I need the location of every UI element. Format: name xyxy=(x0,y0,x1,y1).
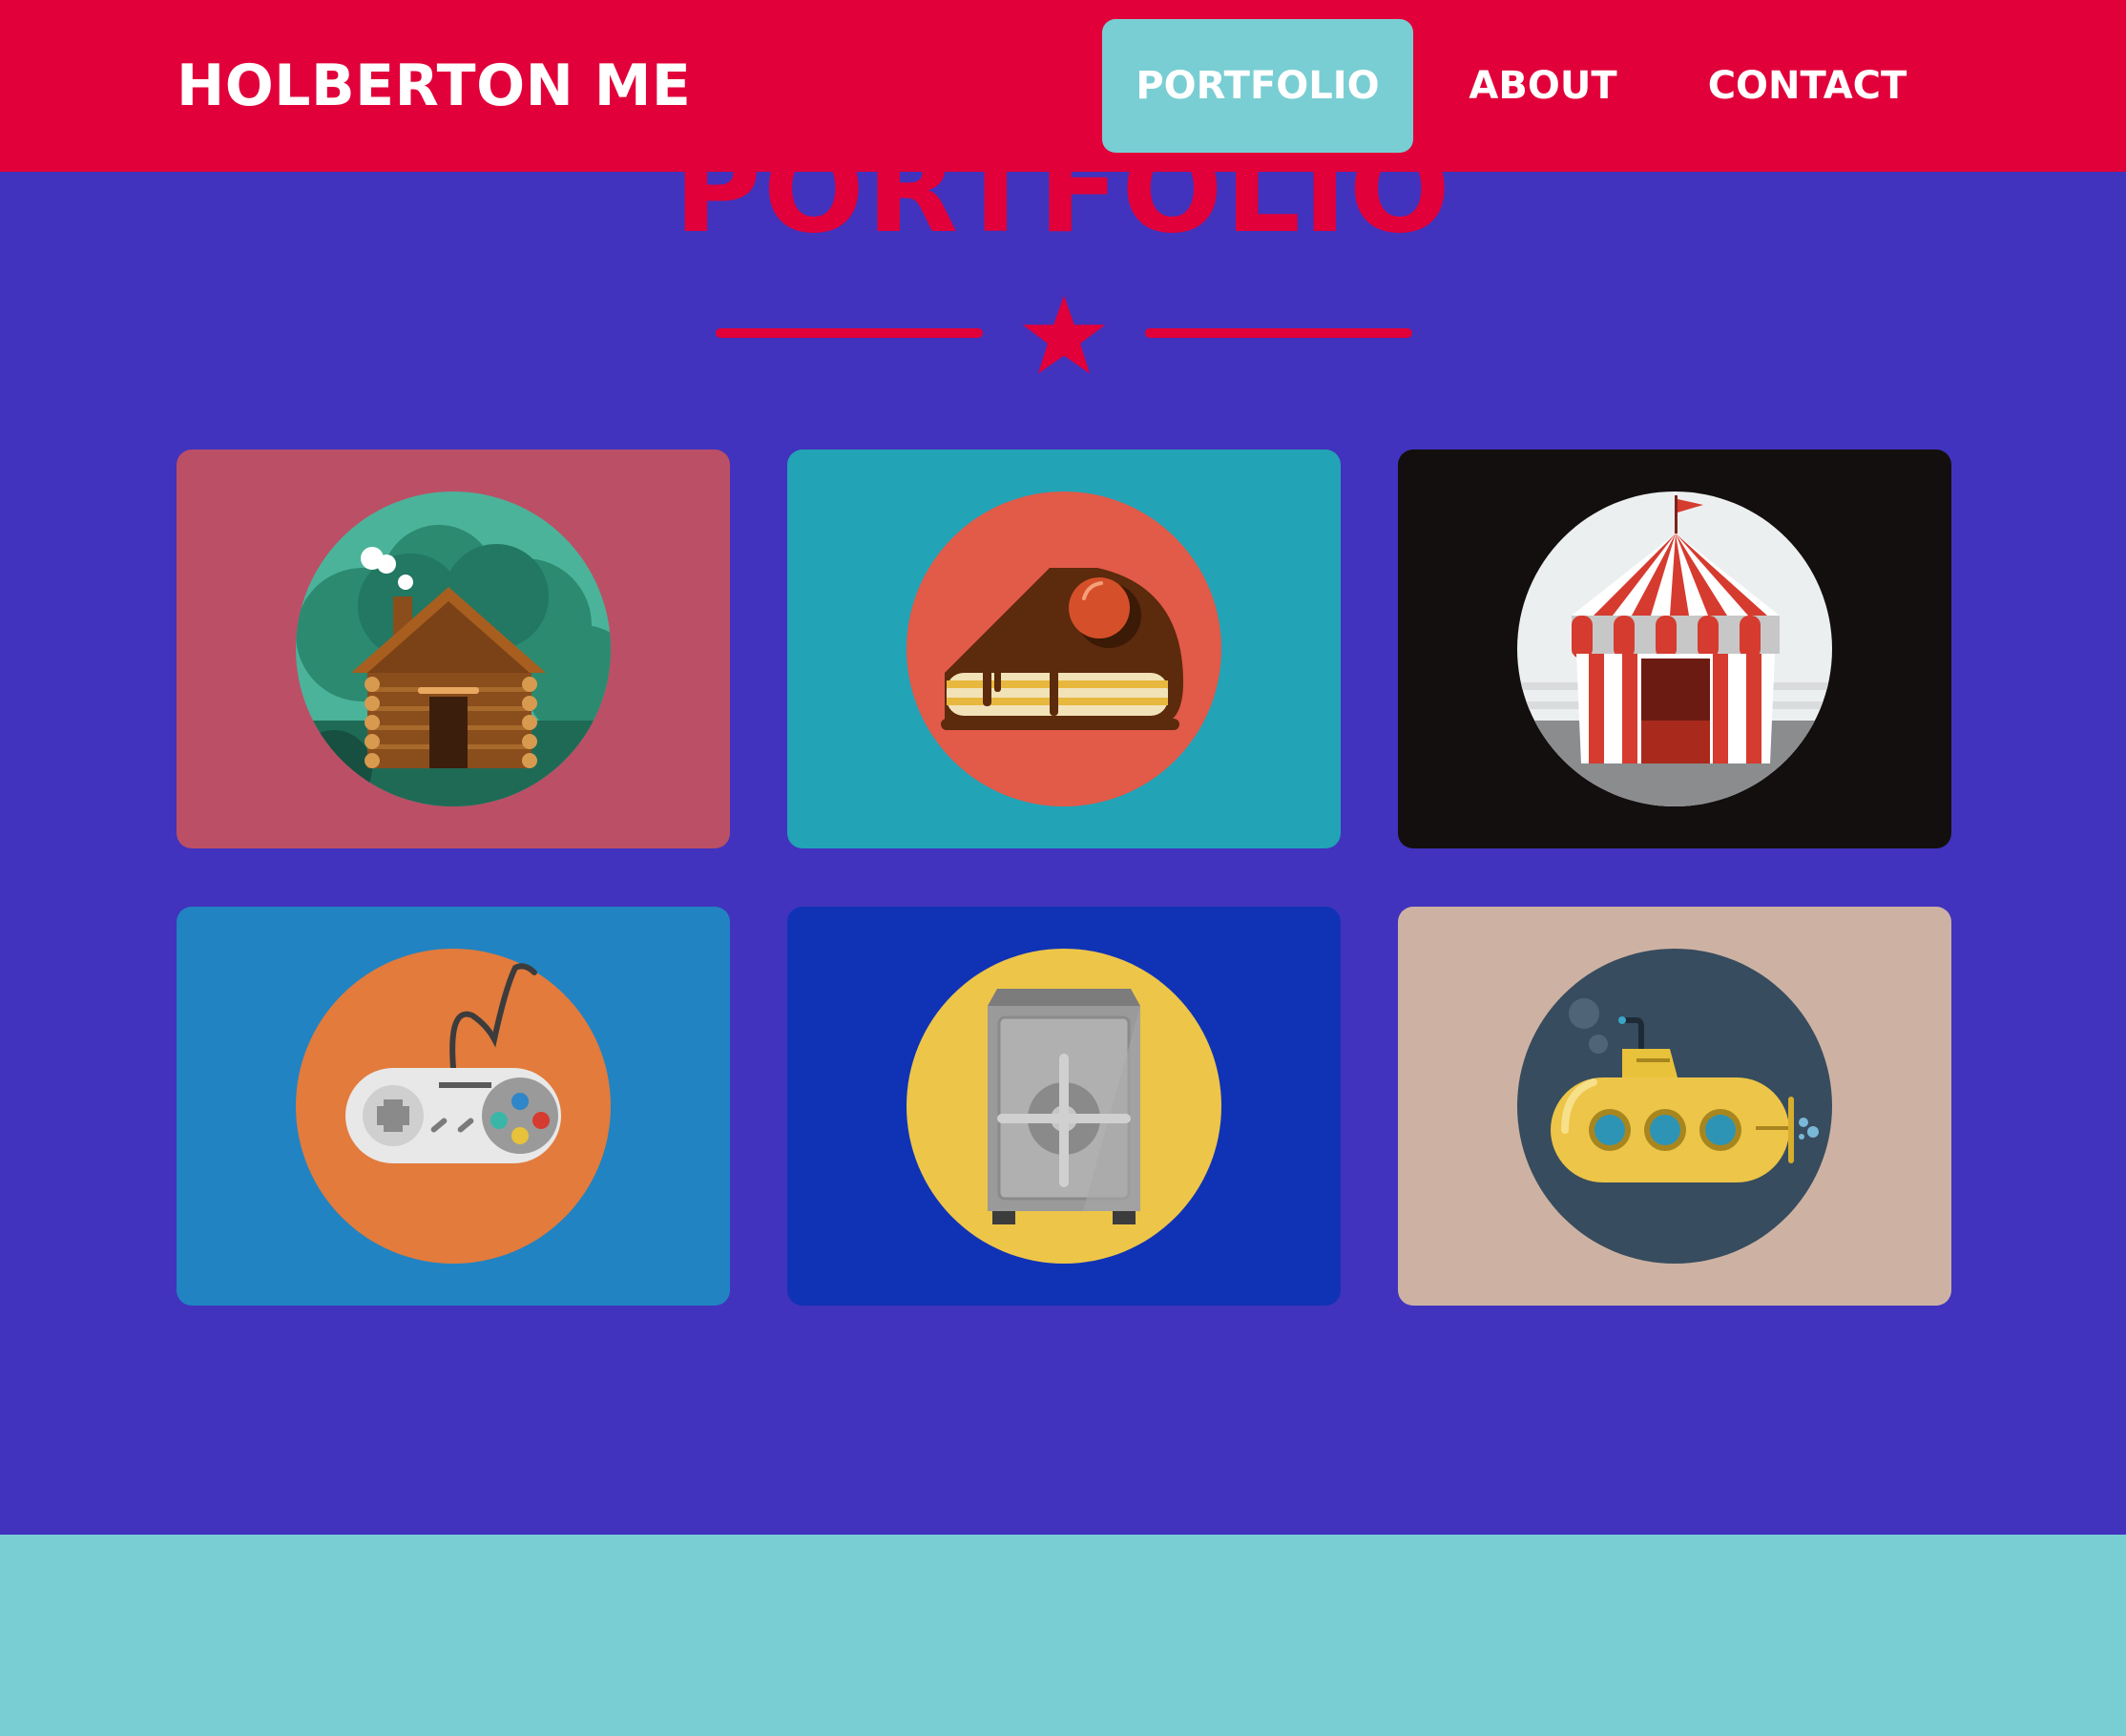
portfolio-item-safe[interactable] xyxy=(787,907,1341,1306)
portfolio-item-cabin[interactable] xyxy=(177,450,730,848)
nav-link-portfolio[interactable]: PORTFOLIO xyxy=(1102,19,1413,153)
portfolio-item-submarine[interactable] xyxy=(1398,907,1951,1306)
game-controller-icon xyxy=(296,949,611,1264)
cake-icon xyxy=(907,492,1221,806)
portfolio-item-cake[interactable] xyxy=(787,450,1341,848)
nav-link-contact[interactable]: CONTACT xyxy=(1679,19,1935,153)
circus-tent-icon xyxy=(1517,492,1832,806)
star-icon xyxy=(1022,295,1106,374)
portfolio-item-controller[interactable] xyxy=(177,907,730,1306)
brand-logo[interactable]: HOLBERTON ME xyxy=(177,50,691,122)
safe-icon xyxy=(907,949,1221,1264)
divider-line-right xyxy=(1145,328,1412,338)
divider-line-left xyxy=(716,328,983,338)
nav-link-about[interactable]: ABOUT xyxy=(1439,19,1647,153)
navbar: HOLBERTON ME PORTFOLIO ABOUT CONTACT xyxy=(0,0,2126,172)
cabin-icon xyxy=(296,492,611,806)
portfolio-item-circus[interactable] xyxy=(1398,450,1951,848)
footer xyxy=(0,1535,2126,1736)
submarine-icon xyxy=(1517,949,1832,1264)
